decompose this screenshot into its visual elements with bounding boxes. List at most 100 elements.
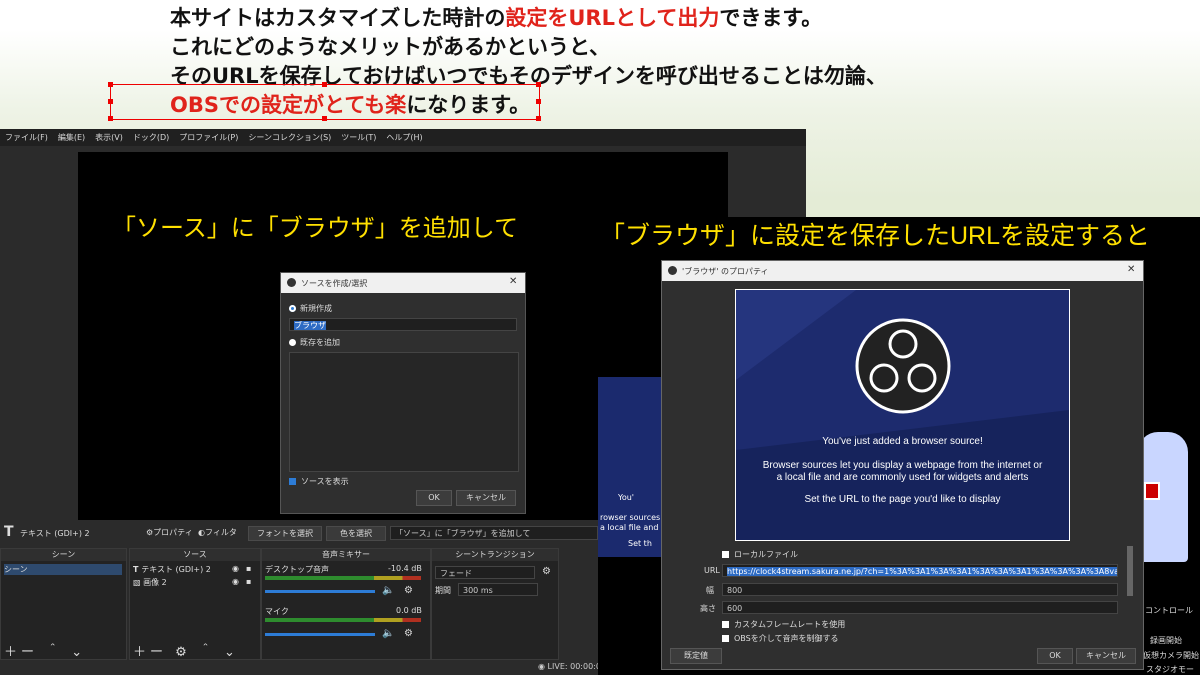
font-select-button[interactable]: フォントを選択 [248,526,322,541]
ghost-eye-icon [1144,482,1160,500]
menu-tools[interactable]: ツール(T) [336,129,381,144]
speaker-icon[interactable]: 🔈 [382,585,394,596]
width-label: 幅 [706,586,714,595]
create-source-dialog: ソースを作成/選択 ✕ 新規作成 ブラウザ 既存を追加 ソースを表示 OK キャ… [280,272,526,514]
close-icon[interactable]: ✕ [1127,264,1135,275]
height-label: 高さ [700,604,716,613]
menu-view[interactable]: 表示(V) [90,129,128,144]
checkbox-label: カスタムフレームレートを使用 [734,620,846,629]
scene-list-item[interactable]: シーン [4,564,122,575]
checkbox-icon [722,635,729,642]
existing-sources-list[interactable] [289,352,519,472]
resize-handle[interactable] [322,82,327,87]
text-value-input[interactable]: 「ソース」に「ブラウザ」を追加して [390,526,598,540]
source-controls[interactable]: ＋ー ⚙ ＾ ⌄ [133,641,239,660]
sources-dock: ソース T テキスト (GDI+) 2 ▧ 画像 2 ◉ ▪ ◉ ▪ ＋ー ⚙ … [129,548,261,660]
radio-unselected-icon [289,339,296,346]
mic-meter [265,618,421,622]
scene-transitions-dock: シーントランジション フェード ⚙ 期間 300 ms [431,548,559,660]
transitions-dock-title: シーントランジション [432,549,558,561]
start-recording-button[interactable]: 録画開始 [1150,635,1182,646]
lock-icon[interactable]: ▪ [246,564,251,573]
close-icon[interactable]: ✕ [509,276,517,287]
start-virtual-camera-button[interactable]: 仮想カメラ開始 [1143,650,1199,661]
height-input[interactable]: 600 [722,601,1118,614]
radio-new[interactable]: 新規作成 [289,303,332,314]
speaker-icon[interactable]: 🔈 [382,628,394,639]
ok-button[interactable]: OK [1037,648,1073,664]
mic-volume-slider[interactable] [265,633,375,636]
background-text: You' [618,493,634,502]
dialog-titlebar: 'ブラウザ' のプロパティ ✕ [662,261,1143,281]
eye-icon[interactable]: ◉ [232,577,239,586]
resize-handle[interactable] [108,82,113,87]
live-indicator-icon: ◉ [538,662,548,671]
browser-description: Browser sources let you display a webpag… [762,460,1043,471]
studio-mode-button[interactable]: スタジオモード [1146,664,1200,675]
filters-button[interactable]: ◐フィルタ [198,527,237,538]
obs-logo-icon [855,318,951,414]
resize-handle[interactable] [108,99,113,104]
eye-icon[interactable]: ◉ [232,564,239,573]
color-select-button[interactable]: 色を選択 [326,526,386,541]
menu-help[interactable]: ヘルプ(H) [381,129,427,144]
dialog-title: ソースを作成/選択 [301,279,368,288]
mixer-dock-title: 音声ミキサー [262,549,430,561]
browser-description: a local file and are commonly used for w… [776,472,1029,483]
radio-selected-icon [289,305,296,312]
obs-logo-icon [287,278,296,287]
background-text: Set th [628,539,652,548]
ok-button[interactable]: OK [416,490,452,506]
local-file-checkbox[interactable]: ローカルファイル [722,549,798,560]
resize-handle[interactable] [322,116,327,121]
source-name-input[interactable]: ブラウザ [289,318,517,331]
cancel-button[interactable]: キャンセル [1076,648,1136,664]
button-label: フィルタ [204,528,237,537]
desktop-volume-slider[interactable] [265,590,375,593]
url-input[interactable]: https://clock4stream.sakura.ne.jp/?ch=1%… [722,564,1118,577]
menu-profile[interactable]: プロファイル(P) [174,129,243,144]
heading-highlight: 設定をURLとして出力 [505,6,720,30]
menu-file[interactable]: ファイル(F) [0,129,53,144]
sources-dock-title: ソース [130,549,260,561]
gear-icon[interactable]: ⚙ [404,585,413,596]
radio-existing[interactable]: 既存を追加 [289,337,340,348]
resize-handle[interactable] [536,99,541,104]
browser-heading: You've just added a browser source! [822,436,983,447]
checkbox-icon [722,621,729,628]
dialog-title: 'ブラウザ' のプロパティ [682,267,769,276]
duration-input[interactable]: 300 ms [458,583,538,596]
defaults-button[interactable]: 既定値 [670,648,722,664]
url-label: URL [704,566,720,575]
menu-edit[interactable]: 編集(E) [53,129,90,144]
gear-icon[interactable]: ⚙ [404,628,413,639]
resize-handle[interactable] [536,116,541,121]
obs-audio-checkbox[interactable]: OBSを介して音声を制御する [722,633,838,644]
properties-button[interactable]: ⚙プロパティ [146,527,193,538]
source-item-image[interactable]: ▧ 画像 2 [133,577,167,588]
menu-scene-collection[interactable]: シーンコレクション(S) [243,129,336,144]
heading-text: できます。 [719,6,823,30]
transition-select[interactable]: フェード [435,566,535,579]
cancel-button[interactable]: キャンセル [456,490,516,506]
input-value: ブラウザ [294,321,326,330]
width-input[interactable]: 800 [722,583,1118,596]
lock-icon[interactable]: ▪ [246,577,251,586]
source-item-label: 画像 2 [143,578,167,587]
selected-source-bounds[interactable] [108,82,541,121]
scene-controls[interactable]: ＋ー ＾ ⌄ [4,641,86,660]
gear-icon[interactable]: ⚙ [542,566,551,577]
desktop-audio-meter [265,576,421,580]
source-item-text[interactable]: T テキスト (GDI+) 2 [133,564,211,575]
browser-source-preview: You've just added a browser source! Brow… [735,289,1070,541]
scrollbar[interactable] [1127,546,1133,596]
mic-db: 0.0 dB [396,606,422,615]
resize-handle[interactable] [536,82,541,87]
resize-handle[interactable] [108,116,113,121]
menu-dock[interactable]: ドック(D) [128,129,174,144]
bg-polygon [736,290,856,380]
visible-checkbox[interactable]: ソースを表示 [289,476,349,487]
audio-mixer-dock: 音声ミキサー デスクトップ音声 -10.4 dB 🔈 ⚙ マイク 0.0 dB … [261,548,431,660]
source-toolbar: T テキスト (GDI+) 2 ⚙プロパティ ◐フィルタ フォントを選択 色を選… [0,522,600,542]
custom-fps-checkbox[interactable]: カスタムフレームレートを使用 [722,619,845,630]
